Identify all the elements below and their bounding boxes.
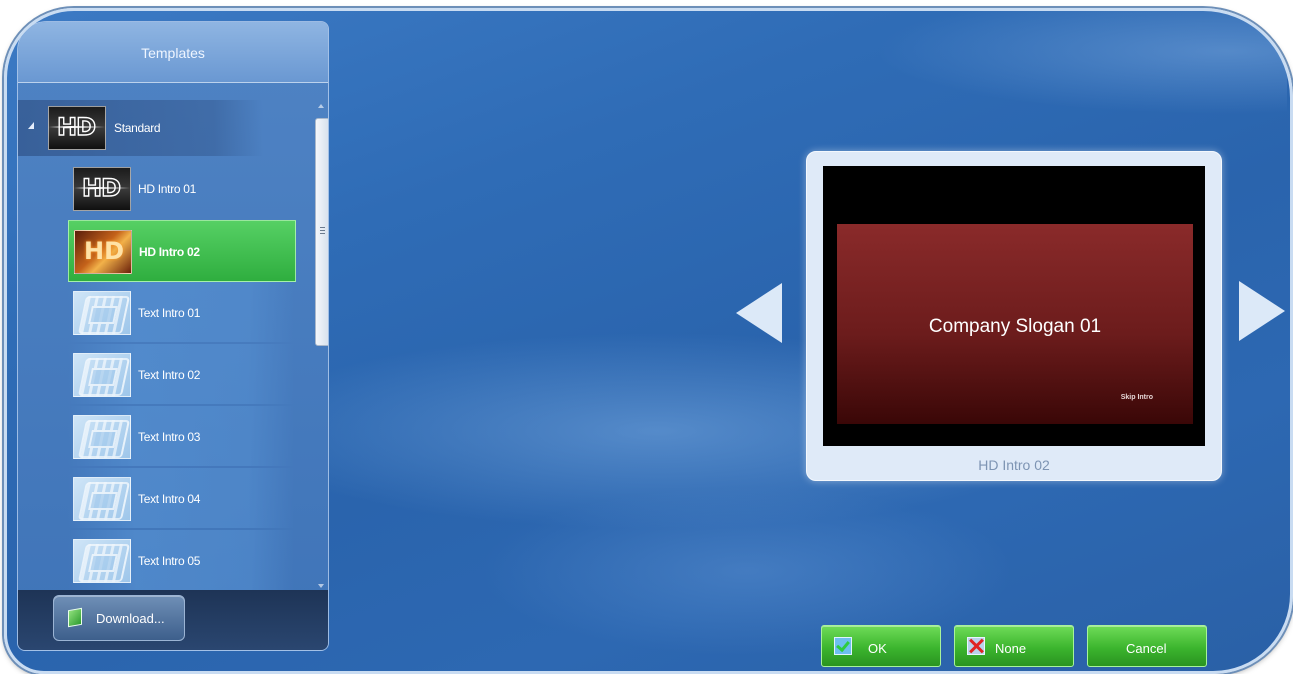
film-icon (77, 296, 130, 334)
template-item-label: Text Intro 01 (138, 306, 201, 320)
template-item-label: Text Intro 03 (138, 430, 201, 444)
preview-slide: Company Slogan 01 Skip Intro (837, 224, 1193, 424)
scroll-up-icon[interactable] (318, 104, 324, 108)
previous-arrow-icon[interactable] (736, 283, 782, 343)
scrollbar-thumb[interactable] (315, 118, 328, 346)
tree-group-standard[interactable]: HD Standard (18, 100, 263, 156)
template-item-text-intro-03[interactable]: Text Intro 03 (68, 406, 294, 466)
cancel-button[interactable]: Cancel (1087, 625, 1207, 667)
next-arrow-icon[interactable] (1239, 281, 1285, 341)
template-item-label: HD Intro 01 (138, 182, 197, 196)
film-icon (77, 544, 130, 582)
film-thumbnail-icon (73, 415, 131, 459)
templates-panel: Templates HD Standard HD HD Intro 01 HD … (17, 21, 329, 651)
hd-thumbnail-icon: HD (73, 167, 131, 211)
none-button[interactable]: None (954, 625, 1074, 667)
download-label: Download... (96, 611, 165, 626)
none-label: None (995, 641, 1027, 656)
film-icon (77, 358, 130, 396)
film-thumbnail-icon (73, 539, 131, 583)
template-item-label: Text Intro 04 (138, 492, 201, 506)
templates-footer: Download... (18, 590, 328, 650)
preview-screen: Company Slogan 01 Skip Intro (823, 166, 1205, 446)
template-dialog: Templates HD Standard HD HD Intro 01 HD … (4, 8, 1293, 674)
template-item-text-intro-02[interactable]: Text Intro 02 (68, 344, 294, 404)
preview-caption: HD Intro 02 (978, 457, 1050, 473)
skip-intro-link[interactable]: Skip Intro (1121, 394, 1153, 401)
template-list-scrollbar[interactable] (314, 102, 328, 592)
x-icon (967, 637, 985, 655)
download-icon (68, 607, 82, 628)
hd-thumbnail-text: HD (56, 112, 96, 141)
film-thumbnail-icon (73, 477, 131, 521)
template-item-label: Text Intro 02 (138, 368, 201, 382)
group-label: Standard (114, 121, 161, 135)
download-button[interactable]: Download... (53, 595, 185, 641)
preview-card: Company Slogan 01 Skip Intro HD Intro 02 (806, 151, 1222, 481)
template-item-label: HD Intro 02 (139, 245, 200, 259)
check-icon (834, 637, 852, 655)
expand-arrow-icon[interactable] (28, 122, 34, 129)
ok-label: OK (868, 641, 887, 656)
template-item-text-intro-05[interactable]: Text Intro 05 (68, 530, 294, 590)
film-thumbnail-icon (73, 291, 131, 335)
film-icon (77, 420, 130, 458)
template-item-hd-intro-02[interactable]: HD HD Intro 02 (68, 220, 296, 282)
template-item-label: Text Intro 05 (138, 554, 201, 568)
film-icon (77, 482, 130, 520)
templates-header: Templates (18, 22, 328, 83)
preview-slogan: Company Slogan 01 (928, 316, 1102, 337)
template-item-hd-intro-01[interactable]: HD HD Intro 01 (68, 158, 294, 218)
ok-button[interactable]: OK (821, 625, 941, 667)
scroll-down-icon[interactable] (318, 584, 324, 588)
template-item-text-intro-01[interactable]: Text Intro 01 (68, 282, 294, 342)
grip-icon (320, 227, 325, 234)
template-item-text-intro-04[interactable]: Text Intro 04 (68, 468, 294, 528)
hd-thumbnail-icon: HD (48, 106, 106, 150)
film-thumbnail-icon (73, 353, 131, 397)
templates-title: Templates (141, 45, 205, 61)
hd-gold-thumbnail-icon: HD (74, 230, 132, 274)
hd-thumbnail-text: HD (81, 173, 121, 202)
hd-thumbnail-text: HD (84, 237, 125, 265)
cancel-label: Cancel (1126, 641, 1167, 656)
